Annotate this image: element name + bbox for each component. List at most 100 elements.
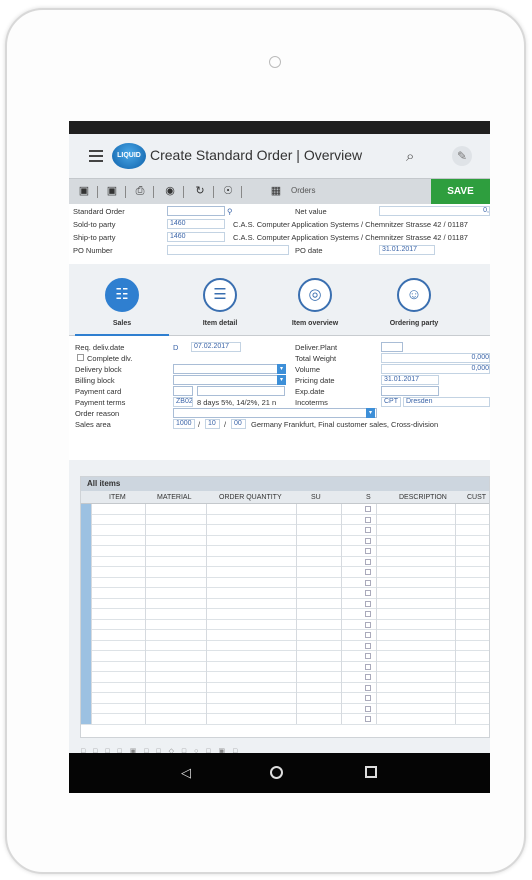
edit-icon[interactable]: ✎ (452, 146, 472, 166)
col-item[interactable]: ITEM (109, 494, 126, 501)
billing-block-select[interactable] (173, 375, 285, 385)
row-status-checkbox[interactable] (365, 537, 371, 544)
row-status-checkbox[interactable] (365, 579, 371, 586)
col-description[interactable]: DESCRIPTION (399, 494, 447, 501)
row-status-checkbox[interactable] (365, 705, 371, 712)
chevron-down-icon[interactable]: ▾ (366, 408, 375, 418)
po-number-field[interactable] (167, 245, 289, 255)
table-row[interactable] (81, 567, 489, 578)
incoterms-field[interactable]: CPT (381, 397, 401, 407)
tab-sales[interactable]: ☷ Sales (75, 264, 175, 336)
display-icon[interactable]: ☉ (221, 184, 235, 198)
po-date-field[interactable]: 31.01.2017 (379, 245, 435, 255)
column-divider (145, 504, 146, 724)
tab-ordering-party[interactable]: ☺ Ordering party (367, 264, 467, 336)
items-grid[interactable] (81, 504, 489, 725)
orders-label[interactable]: Orders (291, 186, 315, 195)
table-row[interactable] (81, 714, 489, 725)
table-row[interactable] (81, 683, 489, 693)
table-row[interactable] (81, 672, 489, 683)
orders-icon[interactable]: ▦ (269, 184, 283, 198)
sold-to-description: C.A.S. Computer Application Systems / Ch… (233, 220, 468, 229)
table-row[interactable] (81, 609, 489, 620)
tab-item-detail[interactable]: ☰ Item detail (173, 264, 273, 336)
row-status-checkbox[interactable] (365, 506, 371, 512)
table-row[interactable] (81, 641, 489, 651)
standard-order-search-icon[interactable]: ⚲ (227, 207, 233, 216)
ship-to-field[interactable]: 1460 (167, 232, 225, 242)
table-row[interactable] (81, 588, 489, 599)
sold-to-field[interactable]: 1460 (167, 219, 225, 229)
table-row[interactable] (81, 693, 489, 704)
incoterms-place-field[interactable]: Dresden (403, 397, 490, 407)
tab-item-overview[interactable]: ◎ Item overview (268, 264, 368, 336)
document-flow-icon[interactable]: ↻ (193, 184, 207, 198)
exp-date-field[interactable] (381, 386, 439, 396)
row-status-checkbox[interactable] (365, 527, 371, 533)
sales-org-field[interactable]: 1000 (173, 419, 195, 429)
table-row[interactable] (81, 525, 489, 536)
table-row[interactable] (81, 557, 489, 567)
billing-block-label: Billing block (75, 376, 115, 385)
row-status-checkbox[interactable] (365, 632, 371, 638)
row-status-checkbox[interactable] (365, 684, 371, 691)
row-status-checkbox[interactable] (365, 642, 371, 649)
row-status-checkbox[interactable] (365, 548, 371, 554)
table-row[interactable] (81, 578, 489, 588)
division-field[interactable]: 00 (231, 419, 246, 429)
req-deliv-field[interactable]: 07.02.2017 (191, 342, 241, 352)
save-button[interactable]: SAVE (431, 179, 490, 204)
complete-dlv-checkbox[interactable] (77, 354, 84, 361)
delivery-block-select[interactable] (173, 364, 285, 374)
pricing-date-field[interactable]: 31.01.2017 (381, 375, 439, 385)
partner-icon[interactable]: ◉ (163, 184, 177, 198)
table-row[interactable] (81, 662, 489, 672)
order-reason-select[interactable] (173, 408, 377, 418)
document-copy-icon[interactable]: ▣ (105, 184, 119, 198)
row-status-checkbox[interactable] (365, 558, 371, 565)
home-icon[interactable] (270, 766, 283, 779)
table-row[interactable] (81, 515, 489, 525)
col-customer[interactable]: CUST (467, 494, 486, 501)
back-icon[interactable]: ◁ (181, 765, 191, 781)
standard-order-field[interactable] (167, 206, 225, 216)
table-row[interactable] (81, 504, 489, 515)
col-su[interactable]: SU (311, 494, 321, 501)
table-row[interactable] (81, 546, 489, 557)
deliver-plant-field[interactable] (381, 342, 403, 352)
menu-icon[interactable] (89, 150, 103, 162)
row-status-checkbox[interactable] (365, 716, 371, 722)
row-status-checkbox[interactable] (365, 653, 371, 659)
row-status-checkbox[interactable] (365, 663, 371, 670)
table-row[interactable] (81, 704, 489, 714)
chevron-down-icon[interactable]: ▾ (277, 364, 286, 374)
payment-terms-field[interactable]: ZB02 (173, 397, 193, 407)
row-status-checkbox[interactable] (365, 611, 371, 617)
row-selector-column[interactable] (81, 504, 91, 724)
dist-channel-field[interactable]: 10 (205, 419, 220, 429)
table-row[interactable] (81, 536, 489, 546)
payment-card-field[interactable] (197, 386, 285, 396)
toolbar-separator (213, 186, 214, 198)
table-row[interactable] (81, 651, 489, 662)
col-s[interactable]: S (366, 494, 371, 501)
row-status-checkbox[interactable] (365, 600, 371, 607)
row-status-checkbox[interactable] (365, 621, 371, 628)
row-status-checkbox[interactable] (365, 590, 371, 596)
row-status-checkbox[interactable] (365, 695, 371, 701)
table-row[interactable] (81, 630, 489, 641)
col-material[interactable]: MATERIAL (157, 494, 192, 501)
table-row[interactable] (81, 620, 489, 630)
print-icon[interactable]: ⎙ (133, 184, 147, 198)
row-status-checkbox[interactable] (365, 674, 371, 680)
chevron-down-icon[interactable]: ▾ (277, 375, 286, 385)
row-status-checkbox[interactable] (365, 569, 371, 575)
document-icon[interactable]: ▣ (77, 184, 91, 198)
recent-apps-icon[interactable] (365, 766, 377, 778)
col-order-quantity[interactable]: ORDER QUANTITY (219, 494, 282, 501)
table-row[interactable] (81, 599, 489, 609)
row-status-checkbox[interactable] (365, 516, 371, 523)
payment-card-type-field[interactable] (173, 386, 193, 396)
order-header: Standard Order ⚲ Net value 0, Sold-to pa… (69, 204, 490, 264)
search-icon[interactable]: ⌕ (406, 148, 414, 165)
